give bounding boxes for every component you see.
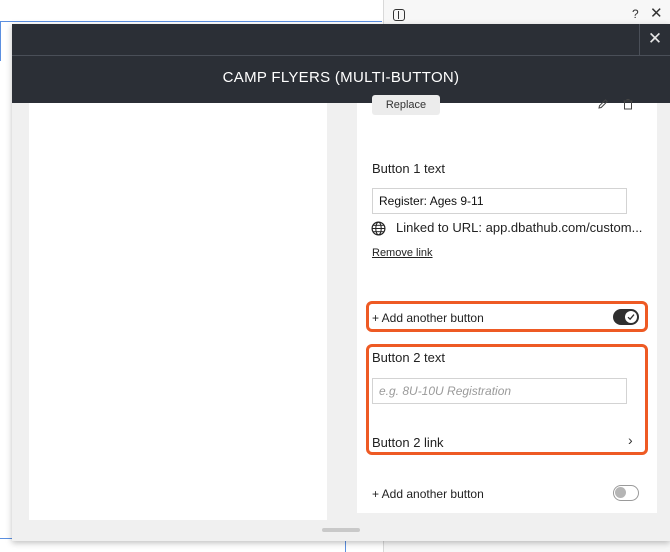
- replace-button[interactable]: Replace: [372, 95, 440, 115]
- add-another-button-label-1: + Add another button: [372, 311, 484, 325]
- selection-outline-top: [0, 21, 382, 22]
- button-1-text-label: Button 1 text: [372, 161, 445, 176]
- background-close-icon[interactable]: ✕: [650, 4, 663, 22]
- pencil-icon[interactable]: [597, 98, 609, 110]
- modal-title: CAMP FLYERS (MULTI-BUTTON): [222, 69, 460, 86]
- button-2-link-label[interactable]: Button 2 link: [372, 435, 444, 450]
- editor-stage: ? ✕ ✕ CAMP FLYERS (MULTI-BUTTON) Replace…: [0, 0, 670, 552]
- add-another-button-toggle-2[interactable]: [613, 485, 639, 501]
- settings-panel: Replace Button 1 text Linked to URL: app…: [357, 95, 657, 513]
- selection-outline-left: [0, 21, 1, 61]
- toggle-knob: [625, 311, 637, 323]
- trash-icon[interactable]: [622, 98, 634, 110]
- multi-button-modal: ✕ CAMP FLYERS (MULTI-BUTTON) Replace But…: [12, 24, 670, 541]
- close-icon[interactable]: ✕: [646, 30, 664, 48]
- toggle-knob: [615, 487, 626, 498]
- panel-layout-icon[interactable]: [393, 9, 405, 21]
- add-another-button-label-2: + Add another button: [372, 487, 484, 501]
- resize-handle[interactable]: [322, 528, 360, 532]
- help-icon[interactable]: ?: [632, 7, 639, 21]
- remove-link[interactable]: Remove link: [372, 247, 433, 259]
- chevron-right-icon[interactable]: ›: [628, 432, 633, 448]
- button-2-text-input[interactable]: [372, 378, 627, 404]
- header-divider: [12, 55, 670, 56]
- check-icon: [627, 314, 635, 321]
- button-1-text-input[interactable]: [372, 188, 627, 214]
- add-another-button-toggle-1[interactable]: [613, 309, 639, 325]
- globe-icon: [371, 221, 386, 236]
- modal-header: ✕ CAMP FLYERS (MULTI-BUTTON): [12, 24, 670, 103]
- preview-canvas: [29, 103, 327, 520]
- button-2-text-label: Button 2 text: [372, 350, 445, 365]
- header-close-divider: [639, 24, 640, 55]
- linked-url-text: Linked to URL: app.dbathub.com/custom...: [396, 220, 643, 235]
